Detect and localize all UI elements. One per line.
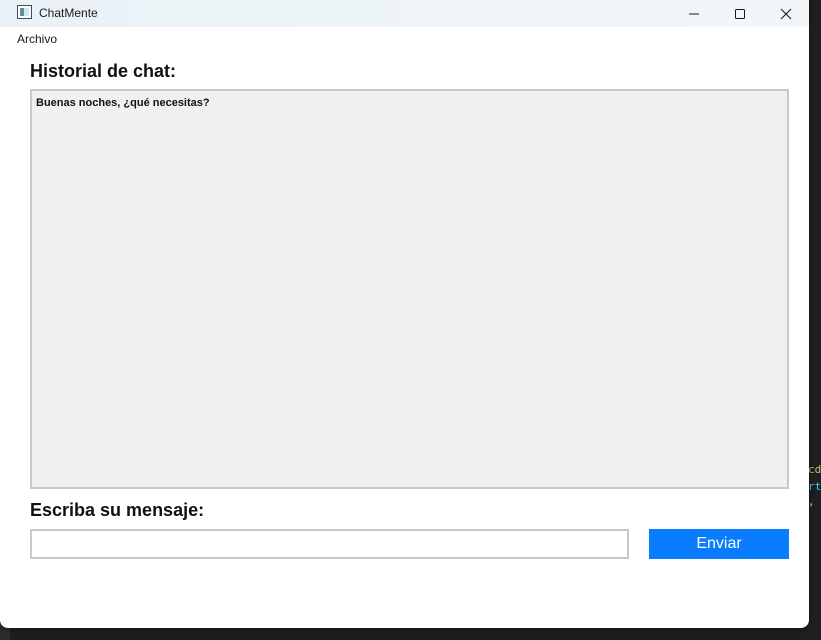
message-input[interactable]	[30, 529, 629, 559]
background-editor-right: cd rtl ,	[807, 0, 821, 640]
history-heading: Historial de chat:	[30, 61, 177, 81]
app-window: ChatMente Archivo Historial de chat: Bue…	[0, 0, 809, 628]
app-window-icon	[17, 5, 32, 19]
background-code-line: cd	[808, 463, 821, 476]
chat-history-panel[interactable]: Buenas noches, ¿qué necesitas?	[30, 89, 789, 489]
maximize-icon	[735, 8, 745, 19]
send-button[interactable]: Enviar	[649, 529, 789, 559]
title-bar[interactable]: ChatMente	[0, 0, 809, 27]
background-code-line: rtl	[808, 480, 821, 493]
menu-item-archivo[interactable]: Archivo	[17, 32, 57, 46]
minimize-button[interactable]	[671, 0, 717, 27]
close-button[interactable]	[763, 0, 809, 27]
maximize-button[interactable]	[717, 0, 763, 27]
chat-message: Buenas noches, ¿qué necesitas?	[36, 97, 210, 109]
menu-bar: Archivo	[0, 27, 809, 49]
close-icon	[780, 8, 792, 19]
minimize-icon	[689, 13, 699, 14]
window-title: ChatMente	[39, 6, 98, 20]
message-heading: Escriba su mensaje:	[30, 500, 205, 520]
